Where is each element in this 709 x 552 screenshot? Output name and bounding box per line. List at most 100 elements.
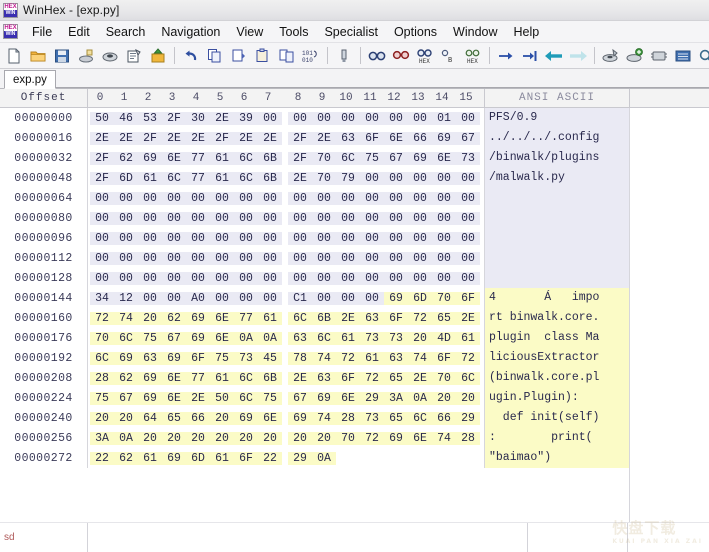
hex-byte[interactable]: 69 (432, 131, 456, 145)
hex-byte[interactable]: 63 (312, 371, 336, 385)
menu-item-window[interactable]: Window (445, 23, 505, 41)
edit-mode-icon[interactable] (332, 44, 356, 67)
row-ascii[interactable]: def init(self) (484, 408, 629, 428)
hex-row[interactable]: 00000064 00 00 00 00 00 00 00 00 00 00 00 00 00 00 00 00 (0, 188, 709, 208)
hex-byte[interactable]: 53 (138, 111, 162, 125)
hex-byte[interactable]: 34 (90, 291, 114, 305)
hex-byte[interactable]: 00 (258, 271, 282, 285)
hex-byte[interactable]: 77 (186, 171, 210, 185)
hex-byte[interactable]: 00 (336, 231, 360, 245)
hex-byte[interactable]: 00 (384, 171, 408, 185)
hex-byte[interactable]: 64 (138, 411, 162, 425)
menu-item-specialist[interactable]: Specialist (316, 23, 386, 41)
hex-row[interactable]: 00000000 50 46 53 2F 30 2E 39 00 00 00 00 00 00 00 01 00… (0, 108, 709, 128)
hex-byte[interactable]: 00 (210, 251, 234, 265)
hex-byte[interactable]: 00 (456, 231, 480, 245)
hex-byte[interactable]: 61 (210, 371, 234, 385)
hex-byte[interactable]: 6B (312, 311, 336, 325)
hex-byte[interactable]: 63 (360, 311, 384, 325)
hex-byte[interactable]: 2E (186, 131, 210, 145)
hex-byte[interactable]: 00 (360, 171, 384, 185)
hex-byte[interactable]: 6C (456, 371, 480, 385)
row-bytes[interactable]: 00 00 00 00 00 00 00 00 00 00 00 00 00 00 00 00 (87, 268, 484, 288)
hex-byte[interactable]: 6F (336, 371, 360, 385)
hex-byte[interactable]: 20 (186, 431, 210, 445)
find-hex-icon[interactable] (389, 44, 413, 67)
hex-byte[interactable]: 63 (288, 331, 312, 345)
hex-byte[interactable]: 69 (408, 151, 432, 165)
hex-byte[interactable]: 6C (162, 171, 186, 185)
row-bytes[interactable]: 20 20 64 65 66 20 69 6E 69 74 28 73 65 6C 66 29 (87, 408, 484, 428)
hex-byte[interactable]: 72 (360, 371, 384, 385)
hex-byte[interactable]: 6D (408, 291, 432, 305)
hex-byte[interactable]: 00 (408, 271, 432, 285)
hex-byte[interactable]: 69 (186, 331, 210, 345)
hex-byte[interactable]: 29 (456, 411, 480, 425)
hex-byte[interactable]: 00 (408, 231, 432, 245)
hex-byte[interactable]: 6F (234, 451, 258, 465)
hex-byte[interactable]: 45 (258, 351, 282, 365)
open-ram-icon[interactable] (98, 44, 122, 67)
hex-byte[interactable]: 00 (162, 251, 186, 265)
hex-byte[interactable]: 00 (234, 271, 258, 285)
hex-byte[interactable]: 00 (114, 271, 138, 285)
hex-byte[interactable]: 0A (408, 391, 432, 405)
hex-byte[interactable]: 00 (210, 191, 234, 205)
row-ascii[interactable]: rt binwalk.core. (484, 308, 629, 328)
hex-byte[interactable]: 72 (408, 311, 432, 325)
row-ascii[interactable]: : print( (484, 428, 629, 448)
hex-byte[interactable]: 00 (90, 231, 114, 245)
hex-byte[interactable]: 70 (312, 171, 336, 185)
hex-byte[interactable]: 20 (408, 331, 432, 345)
hex-byte[interactable]: 28 (90, 371, 114, 385)
hex-byte[interactable]: 00 (336, 251, 360, 265)
hex-byte[interactable]: 00 (360, 211, 384, 225)
replace-hex-icon[interactable]: HEX (413, 44, 437, 67)
hex-byte[interactable]: 6C (234, 371, 258, 385)
hex-byte[interactable]: 2F (288, 151, 312, 165)
hex-byte[interactable]: 61 (210, 171, 234, 185)
hex-byte[interactable]: 69 (114, 351, 138, 365)
hex-byte[interactable]: 2E (210, 111, 234, 125)
hex-byte[interactable]: 12 (114, 291, 138, 305)
hex-byte[interactable]: 6E (408, 431, 432, 445)
row-bytes[interactable]: 75 67 69 6E 2E 50 6C 75 67 69 6E 29 3A 0A 20 20 (87, 388, 484, 408)
hex-byte[interactable]: 00 (186, 271, 210, 285)
hex-byte[interactable]: 72 (90, 311, 114, 325)
hex-byte[interactable]: 2E (234, 131, 258, 145)
hex-byte[interactable]: 63 (138, 351, 162, 365)
hex-byte[interactable]: 2F (210, 131, 234, 145)
hex-byte[interactable]: 69 (138, 371, 162, 385)
hex-byte[interactable]: 20 (90, 411, 114, 425)
hex-byte[interactable]: 00 (210, 231, 234, 245)
hex-byte[interactable]: 73 (360, 411, 384, 425)
hex-byte[interactable]: 28 (456, 431, 480, 445)
hex-byte[interactable]: 00 (360, 231, 384, 245)
hex-byte[interactable]: 62 (114, 451, 138, 465)
hex-byte[interactable]: 2E (186, 391, 210, 405)
row-bytes[interactable]: 00 00 00 00 00 00 00 00 00 00 00 00 00 00 00 00 (87, 248, 484, 268)
hex-byte[interactable]: 61 (138, 451, 162, 465)
row-ascii[interactable]: ugin.Plugin): (484, 388, 629, 408)
hex-byte[interactable]: 00 (456, 271, 480, 285)
hex-row[interactable]: 00000048 2F 6D 61 6C 77 61 6C 6B 2E 70 79 00 00 00 00 00… (0, 168, 709, 188)
hex-byte[interactable]: 6C (234, 151, 258, 165)
hex-byte[interactable]: 00 (162, 271, 186, 285)
hex-row[interactable]: 00000192 6C 69 63 69 6F 75 73 45 78 74 72 61 63 74 6F 72… (0, 348, 709, 368)
hex-byte[interactable]: 2E (90, 131, 114, 145)
memory-chip-icon[interactable] (647, 44, 671, 67)
hex-byte[interactable]: 20 (114, 411, 138, 425)
hex-byte[interactable]: 70 (90, 331, 114, 345)
menu-item-navigation[interactable]: Navigation (153, 23, 228, 41)
hex-rows-container[interactable]: 00000000 50 46 53 2F 30 2E 39 00 00 00 00 00 00 00 01 00… (0, 108, 709, 468)
hex-byte[interactable]: 20 (162, 431, 186, 445)
hex-byte[interactable]: 00 (408, 211, 432, 225)
hex-byte[interactable]: 00 (186, 231, 210, 245)
hex-byte[interactable]: 74 (312, 351, 336, 365)
menu-item-options[interactable]: Options (386, 23, 445, 41)
hex-byte[interactable]: 70 (432, 291, 456, 305)
row-bytes[interactable]: 50 46 53 2F 30 2E 39 00 00 00 00 00 00 00 01 00 (87, 108, 484, 128)
hex-byte[interactable]: 20 (456, 391, 480, 405)
hex-byte[interactable]: 62 (114, 371, 138, 385)
tab-exp-py[interactable]: exp.py (4, 70, 56, 89)
